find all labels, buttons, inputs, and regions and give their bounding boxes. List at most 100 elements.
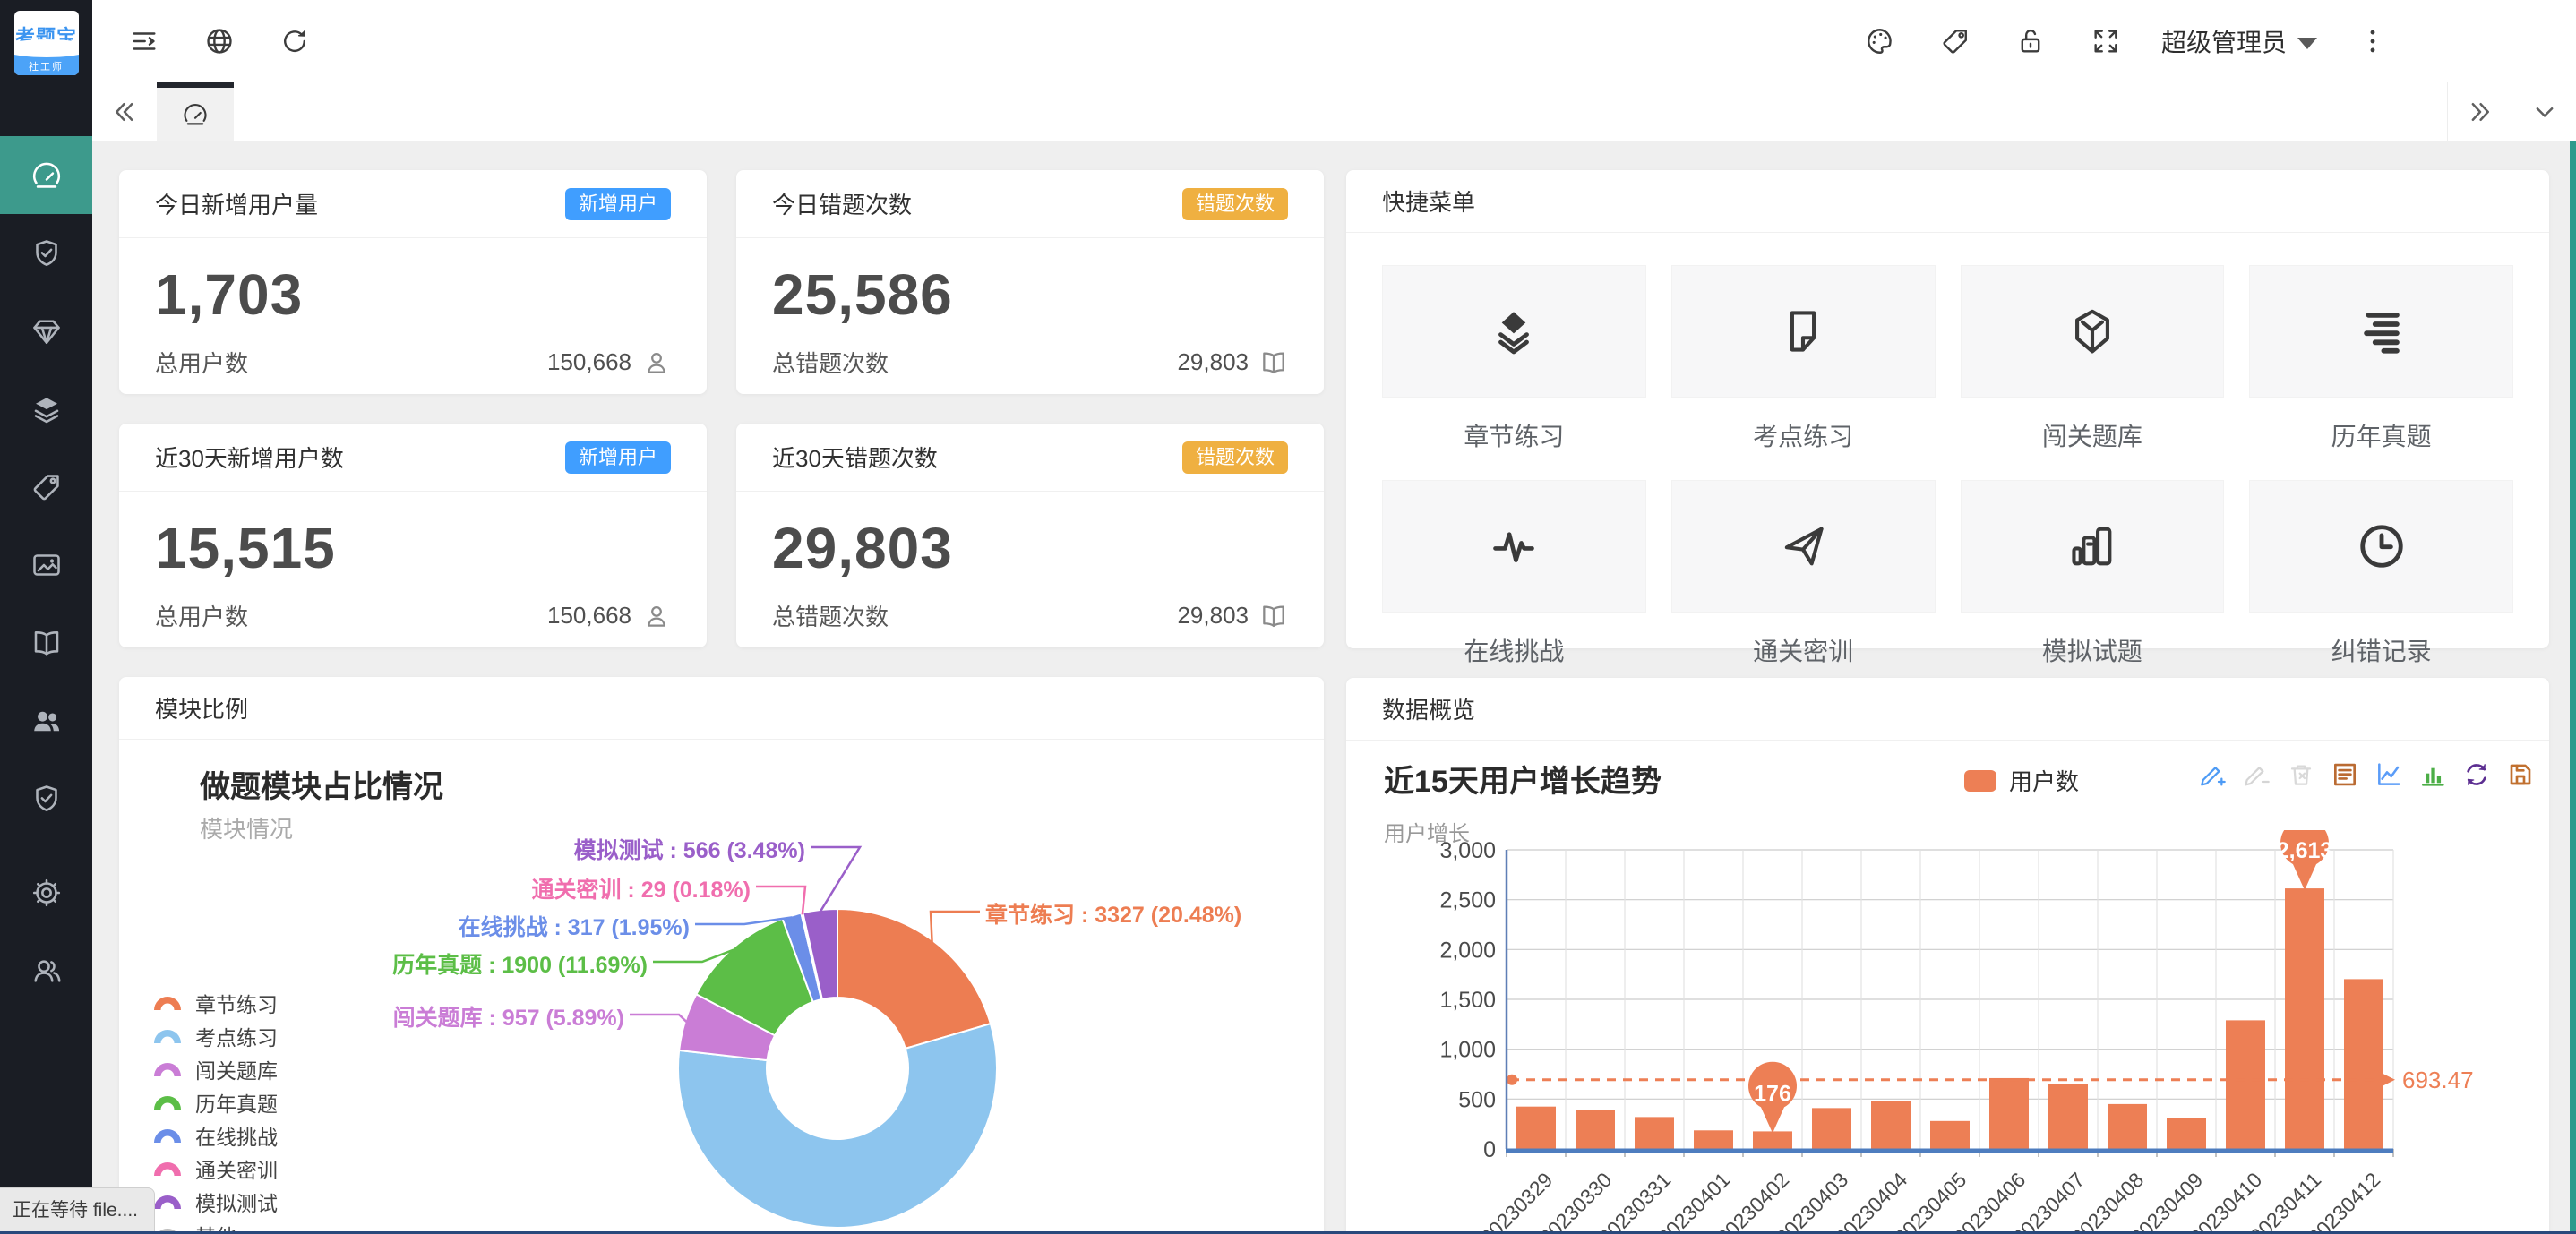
bar-20230411[interactable] [2285,888,2324,1149]
lock-screen-button[interactable] [2011,21,2050,61]
quick-menu-item-0[interactable]: 章节练习 [1382,265,1646,453]
svg-text:3,000: 3,000 [1439,838,1496,863]
bar-20230403[interactable] [1812,1108,1851,1149]
bar-20230404[interactable] [1871,1101,1911,1149]
overview-card-title: 数据概览 [1382,692,1475,725]
user-group-icon [30,955,63,987]
sidebar-item-settings[interactable] [0,853,92,931]
module-ratio-card: 模块比例 做题模块占比情况 模块情况 章节练习 : 3327 (20.48%)模… [119,677,1324,1234]
gauge-icon [182,101,209,128]
tag-icon [30,471,63,503]
bar-20230412[interactable] [2344,979,2383,1149]
bar-chart-legend[interactable]: 用户数 [1964,764,2079,797]
stat-footer-value: 150,668 [547,348,631,376]
quick-menu-tile [1382,265,1646,398]
tabs-scroll-left-button[interactable] [92,82,157,141]
toolbox-line-type-button[interactable] [2374,760,2403,789]
bar-20230406[interactable] [1989,1078,2029,1149]
stat-card-title: 今日新增用户量 [155,187,318,220]
quick-menu-item-3[interactable]: 历年真题 [2249,265,2513,453]
pie-legend-item-章节练习[interactable]: 章节练习 [152,990,278,1015]
sidebar-item-accounts[interactable] [0,931,92,1009]
sidebar-item-questions[interactable] [0,604,92,681]
sidebar-item-permissions[interactable] [0,759,92,837]
stat-card-value: 15,515 [119,492,707,581]
pie-legend-item-闯关题库[interactable]: 闯关题库 [152,1057,278,1081]
quick-menu-item-6[interactable]: 模拟试题 [1961,480,2225,668]
pie-slice-章节练习[interactable] [837,909,991,1049]
quick-menu-tile [2249,480,2513,613]
quick-menu-tile [2249,265,2513,398]
bar-20230407[interactable] [2048,1084,2088,1149]
app-logo-subtitle: 社工师 [14,59,79,73]
bar-20230409[interactable] [2167,1118,2206,1149]
book-icon [30,627,63,659]
expand-icon [2091,26,2121,56]
quick-menu-item-5[interactable]: 通关密训 [1671,480,1936,668]
bar-20230330[interactable] [1576,1110,1615,1149]
sidebar-item-chapters[interactable] [0,370,92,448]
tabs-scroll-right-button[interactable] [2447,82,2512,141]
module-card-header: 模块比例 [119,677,1324,740]
users-icon [30,705,63,737]
stat-footer-value: 150,668 [547,602,631,630]
toolbox-edit-add-button[interactable] [2199,760,2228,789]
cube-icon [2066,305,2118,357]
refresh-button[interactable] [275,21,314,61]
page-scrollbar[interactable] [2570,141,2576,1234]
pie-legend-item-考点练习[interactable]: 考点练习 [152,1024,278,1048]
tabs-menu-button[interactable] [2512,82,2576,141]
sidebar-item-banners[interactable] [0,526,92,604]
globe-icon [204,26,235,56]
app-logo[interactable]: 考题宝 社工师 [14,11,79,75]
bar-20230401[interactable] [1694,1130,1733,1149]
pie-legend-label: 考点练习 [195,1021,278,1051]
theme-button[interactable] [1860,21,1900,61]
pie-legend-marker [152,1093,183,1111]
stat-card-3: 近30天错题次数错题次数29,803总错题次数29,803 [736,424,1324,647]
language-button[interactable] [200,21,239,61]
kebab-menu-button[interactable] [2353,21,2392,61]
stat-card-2: 近30天新增用户数新增用户15,515总用户数150,668 [119,424,707,647]
bar-20230405[interactable] [1930,1121,1970,1149]
toolbox-bar-type-button[interactable] [2418,760,2447,789]
toolbox-edit-minus-button[interactable] [2243,760,2271,789]
data-overview-card: 数据概览 近15天用户增长趋势 用户数 用户增长 05001,0001,5002… [1346,678,2549,1234]
pie-legend: 章节练习考点练习闯关题库历年真题在线挑战通关密训模拟测试其他 [152,990,278,1234]
toolbox-restore-button[interactable] [2462,760,2491,789]
sidebar-item-tags[interactable] [0,448,92,526]
pie-legend-item-历年真题[interactable]: 历年真题 [152,1090,278,1114]
quick-menu-item-2[interactable]: 闯关题库 [1961,265,2225,453]
sidebar-item-audit[interactable] [0,214,92,292]
quick-menu-item-1[interactable]: 考点练习 [1671,265,1936,453]
bar-20230408[interactable] [2108,1104,2147,1149]
sidebar-item-dashboard[interactable] [0,136,92,214]
tags-view-button[interactable] [1936,21,1975,61]
toolbox-clear-button[interactable] [2287,760,2315,789]
pie-legend-item-通关密训[interactable]: 通关密训 [152,1156,278,1180]
stat-card-footer: 总错题次数29,803 [736,328,1324,379]
bar-chart[interactable]: 05001,0001,5002,0002,5003,00020230329202… [1346,830,2549,1234]
toolbox-save-image-button[interactable] [2506,760,2535,789]
quick-menu-item-7[interactable]: 纠错记录 [2249,480,2513,668]
pie-legend-marker [152,1027,183,1045]
pie-legend-item-模拟测试[interactable]: 模拟测试 [152,1189,278,1213]
quick-menu-tile [1671,265,1936,398]
bar-20230402[interactable] [1753,1131,1792,1149]
bar-20230410[interactable] [2226,1020,2265,1149]
stat-footer-total: 150,668 [547,602,671,630]
tab-dashboard[interactable] [157,82,234,141]
bar-20230331[interactable] [1635,1117,1674,1149]
collapse-menu-button[interactable] [125,21,164,61]
sidebar-item-users[interactable] [0,681,92,759]
user-dropdown[interactable]: 超级管理员 [2161,23,2317,59]
toolbox-data-view-button[interactable] [2331,760,2359,789]
paper-plane-icon [1777,520,1829,572]
fullscreen-button[interactable] [2086,21,2125,61]
open-book-icon [1259,348,1288,377]
pie-legend-item-在线挑战[interactable]: 在线挑战 [152,1123,278,1147]
quick-menu-item-4[interactable]: 在线挑战 [1382,480,1646,668]
sidebar-item-vip[interactable] [0,292,92,370]
bar-20230329[interactable] [1516,1107,1556,1149]
svg-text:500: 500 [1458,1087,1496,1112]
